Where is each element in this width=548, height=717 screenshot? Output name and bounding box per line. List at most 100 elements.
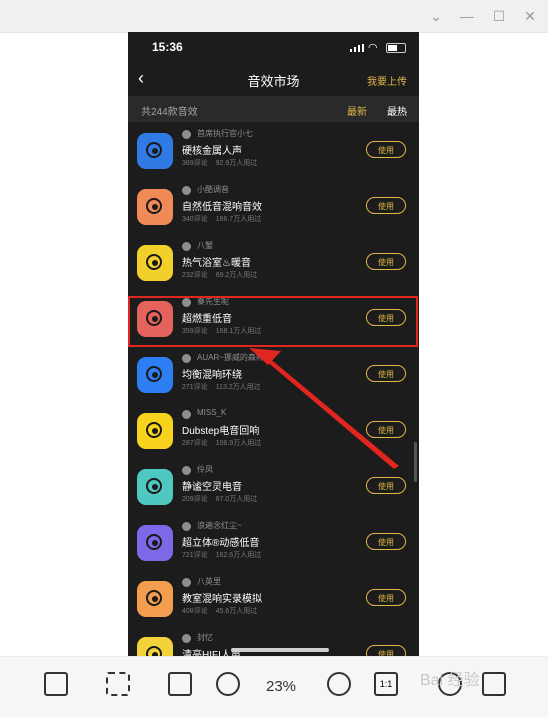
user-count: 45.6万人用过 — [215, 608, 258, 615]
author-name: 伶凤 — [197, 465, 213, 474]
sound-effect-icon — [137, 581, 173, 617]
close-icon[interactable]: ✕ — [522, 8, 538, 24]
sound-effect-icon — [137, 357, 173, 393]
battery-icon — [386, 43, 406, 53]
sound-effect-icon — [137, 133, 173, 169]
list-item[interactable]: 小酷调音 自然低音混响音效 340评论 166.7万人用过 使用 — [128, 178, 419, 234]
effect-name: 均衡混响环绕 — [182, 370, 242, 381]
status-bar: 15:36 ◠ — [128, 32, 419, 62]
author-name: 首席执行官小七 — [197, 129, 253, 138]
comment-count: 232评论 — [182, 272, 208, 279]
wifi-icon: ◠ — [368, 42, 378, 54]
list-item[interactable]: 浪遍念红尘~ 超立体®动感低音 721评论 162.6万人用过 使用 — [128, 514, 419, 570]
comment-count: 408评论 — [182, 608, 208, 615]
upload-link[interactable]: 我要上传 — [367, 73, 407, 88]
use-button[interactable]: 使用 — [366, 533, 406, 550]
sound-effect-icon — [137, 469, 173, 505]
zoom-out-icon[interactable] — [216, 672, 240, 696]
effect-stats: 232评论 69.2万人用过 — [182, 270, 265, 280]
layout-icon[interactable] — [44, 672, 68, 696]
fit-width-icon[interactable] — [106, 672, 130, 696]
zoom-level: 23% — [266, 678, 297, 695]
dropdown-icon[interactable]: ⌄ — [428, 8, 444, 24]
author-avatar — [182, 354, 191, 363]
author-avatar — [182, 410, 191, 419]
user-count: 162.6万人用过 — [215, 552, 262, 559]
effect-stats: 287评论 106.9万人用过 — [182, 438, 269, 448]
home-indicator — [231, 648, 329, 652]
author-avatar — [182, 242, 191, 251]
use-button[interactable]: 使用 — [366, 197, 406, 214]
use-button[interactable]: 使用 — [366, 645, 406, 656]
author-name: AUAR~挪威的森林 — [197, 353, 264, 362]
author-name: 浪遍念红尘~ — [197, 521, 242, 530]
effect-stats: 209评论 67.0万人用过 — [182, 494, 265, 504]
author-avatar — [182, 634, 191, 643]
list-item[interactable]: 八蟹 热气浴室♨暖音 232评论 69.2万人用过 使用 — [128, 234, 419, 290]
effect-name: 热气浴室♨暖音 — [182, 258, 251, 269]
use-button[interactable]: 使用 — [366, 141, 406, 158]
zoom-in-icon[interactable] — [327, 672, 351, 696]
effect-name: Dubstep电音回响 — [182, 426, 260, 437]
comment-count: 369评论 — [182, 160, 208, 167]
effect-name: 硬核金属人声 — [182, 146, 242, 157]
scrollbar[interactable] — [414, 442, 417, 482]
effect-name: 自然低音混响音效 — [182, 202, 262, 213]
author-name: MISS_K — [197, 408, 227, 417]
window-titlebar: ⌄ — ☐ ✕ — [0, 0, 548, 33]
user-count: 92.9万人用过 — [215, 160, 258, 167]
use-button[interactable]: 使用 — [366, 477, 406, 494]
comment-count: 287评论 — [182, 440, 208, 447]
author-name: 八英里 — [197, 577, 221, 586]
user-count: 166.7万人用过 — [215, 216, 262, 223]
count-text: 共244款音效 — [141, 107, 198, 118]
effect-name: 静谧空灵电音 — [182, 482, 242, 493]
effect-stats: 340评论 166.7万人用过 — [182, 214, 269, 224]
phone-screen: 15:36 ◠ ‹ 音效市场 我要上传 共244款音效 最新 最热 首席执行官小… — [128, 32, 419, 656]
highlight-box — [128, 296, 418, 347]
author-avatar — [182, 130, 191, 139]
effect-name: 教室混响实录模拟 — [182, 594, 262, 605]
navigation-bar: ‹ 音效市场 我要上传 — [128, 62, 419, 96]
watermark: Bai 经验 — [420, 672, 480, 689]
use-button[interactable]: 使用 — [366, 589, 406, 606]
sort-hottest-tab[interactable]: 最热 — [387, 103, 407, 118]
fit-screen-icon[interactable] — [168, 672, 192, 696]
actual-size-button[interactable]: 1:1 — [374, 672, 398, 696]
maximize-icon[interactable]: ☐ — [491, 8, 507, 24]
effect-name: 超立体®动感低音 — [182, 538, 260, 549]
minimize-icon[interactable]: — — [459, 8, 475, 24]
author-avatar — [182, 186, 191, 195]
comment-count: 209评论 — [182, 496, 208, 503]
list-item[interactable]: AUAR~挪威的森林 均衡混响环绕 271评论 113.2万人用过 使用 — [128, 346, 419, 402]
use-button[interactable]: 使用 — [366, 421, 406, 438]
sound-effect-icon — [137, 189, 173, 225]
sound-effect-icon — [137, 525, 173, 561]
effect-stats: 271评论 113.2万人用过 — [182, 382, 269, 392]
effect-stats: 369评论 92.9万人用过 — [182, 158, 265, 168]
use-button[interactable]: 使用 — [366, 253, 406, 270]
list-item[interactable]: 首席执行官小七 硬核金属人声 369评论 92.9万人用过 使用 — [128, 122, 419, 178]
sound-effect-icon — [137, 413, 173, 449]
user-count: 67.0万人用过 — [215, 496, 258, 503]
effect-stats: 721评论 162.6万人用过 — [182, 550, 269, 560]
list-item[interactable]: MISS_K Dubstep电音回响 287评论 106.9万人用过 使用 — [128, 402, 419, 458]
list-header: 共244款音效 最新 最热 — [128, 96, 419, 122]
comment-count: 271评论 — [182, 384, 208, 391]
status-time: 15:36 — [152, 40, 183, 54]
author-avatar — [182, 578, 191, 587]
author-avatar — [182, 522, 191, 531]
sort-newest-tab[interactable]: 最新 — [347, 103, 367, 118]
list-item[interactable]: 八英里 教室混响实录模拟 408评论 45.6万人用过 使用 — [128, 570, 419, 626]
author-avatar — [182, 466, 191, 475]
comment-count: 721评论 — [182, 552, 208, 559]
user-count: 69.2万人用过 — [215, 272, 258, 279]
list-item[interactable]: 伶凤 静谧空灵电音 209评论 67.0万人用过 使用 — [128, 458, 419, 514]
download-icon[interactable] — [482, 672, 506, 696]
user-count: 106.9万人用过 — [215, 440, 262, 447]
use-button[interactable]: 使用 — [366, 365, 406, 382]
signal-icon — [350, 44, 364, 52]
comment-count: 340评论 — [182, 216, 208, 223]
author-name: 小酷调音 — [197, 185, 229, 194]
sound-effect-icon — [137, 245, 173, 281]
